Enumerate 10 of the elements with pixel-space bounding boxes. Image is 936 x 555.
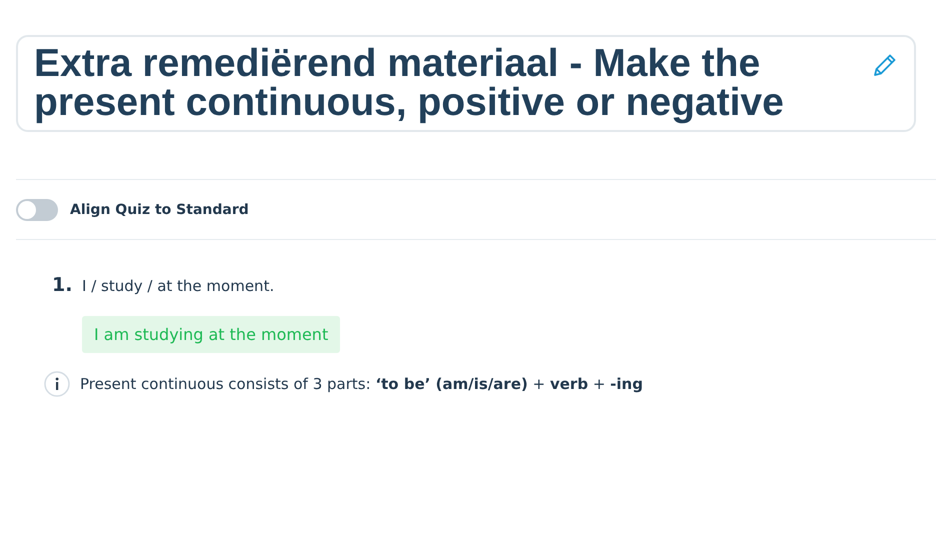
- info-icon: [44, 371, 70, 397]
- pencil-icon: [872, 52, 898, 78]
- edit-button[interactable]: [872, 52, 898, 78]
- toggle-label: Align Quiz to Standard: [70, 202, 249, 218]
- hint-text: Present continuous consists of 3 parts: ‘to be’ (am/is/are) + verb + -ing: [80, 375, 643, 393]
- question-number: 1.: [52, 274, 74, 296]
- question-prompt: I / study / at the moment.: [82, 277, 274, 295]
- quiz-title: Extra remediërend materiaal - Make the present continuous, positive or negative: [34, 44, 785, 122]
- toggle-switch[interactable]: [16, 198, 58, 220]
- answer-box: I am studying at the moment: [82, 316, 340, 353]
